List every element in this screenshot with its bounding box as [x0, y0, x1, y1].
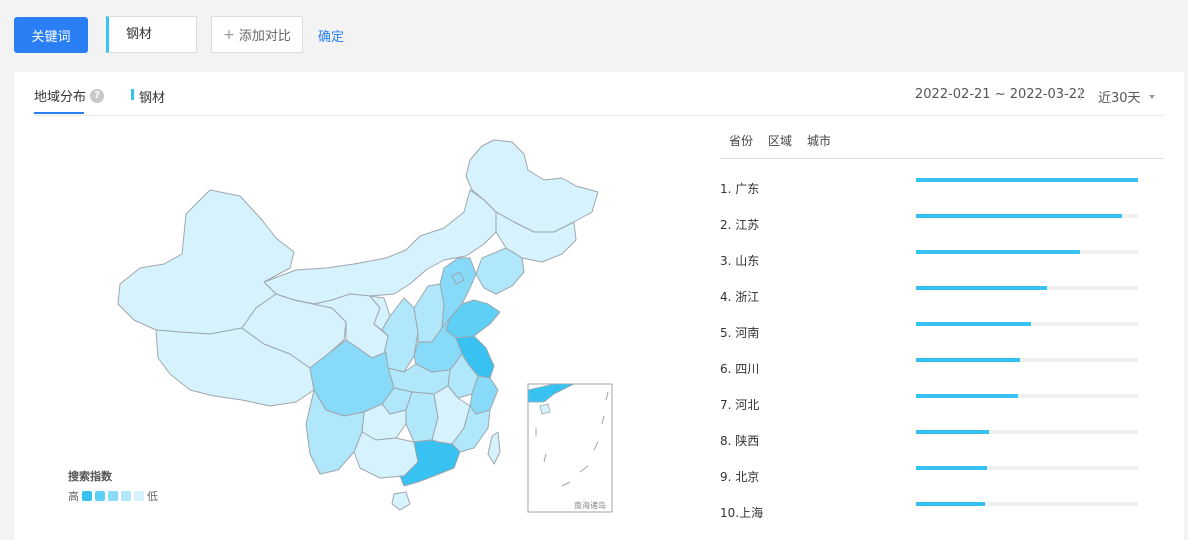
legend-swatch [95, 491, 105, 501]
rank-bar-fill [916, 214, 1123, 218]
caret-down-icon [1148, 94, 1155, 99]
rank-tabs: 省份 区域 城市 [729, 132, 831, 149]
legend-swatch [121, 491, 131, 501]
rank-label: 8. 陕西 [720, 433, 760, 448]
keyword-input[interactable]: 钢材 [106, 16, 197, 53]
rank-bar-track [916, 502, 1138, 506]
tab-region[interactable]: 区域 [768, 132, 792, 149]
rank-bar-fill [916, 322, 1032, 326]
rank-bar-track [916, 250, 1138, 254]
rank-label: 7. 河北 [720, 397, 760, 412]
rank-list: 1. 广东 2. 江苏 3. 山东 4. 浙江 5. 河南 6. 四川 7. 河北 8. 陕西… [720, 170, 1150, 530]
rank-bar-track [916, 430, 1138, 434]
rank-bar-track [916, 286, 1138, 290]
confirm-link[interactable]: 确定 [318, 26, 344, 45]
rank-divider [720, 158, 1164, 159]
period-label: 近30天 [1098, 91, 1141, 106]
rank-bar-track [916, 394, 1138, 398]
keyword-button[interactable]: 关键词 [14, 17, 88, 53]
rank-label: 4. 浙江 [720, 289, 760, 304]
legend-swatch [108, 491, 118, 501]
rank-label: 9. 北京 [720, 469, 760, 484]
rank-row: 3. 山东 [720, 242, 1150, 278]
rank-row: 1. 广东 [720, 170, 1150, 206]
rank-bar-fill [916, 250, 1081, 254]
region-panel: 地域分布 ? 钢材 2022-02-21 ~ 2022-03-22 近30天 南… [14, 72, 1184, 540]
rank-bar-track [916, 466, 1138, 470]
region-taiwan[interactable] [487, 431, 501, 465]
rank-bar-track [916, 214, 1138, 218]
rank-label: 10.上海 [720, 505, 764, 520]
rank-row: 10.上海 [720, 494, 1150, 530]
rank-row: 9. 北京 [720, 458, 1150, 494]
tab-city[interactable]: 城市 [807, 132, 831, 149]
date-range: 2022-02-21 ~ 2022-03-22 [915, 87, 1086, 102]
rank-label: 1. 广东 [720, 181, 760, 196]
rank-label: 6. 四川 [720, 361, 760, 376]
rank-row: 6. 四川 [720, 350, 1150, 386]
add-compare-button[interactable]: + 添加对比 [211, 16, 303, 53]
plus-icon: + [223, 26, 235, 43]
legend-high-label: 高 [68, 490, 79, 503]
rank-row: 7. 河北 [720, 386, 1150, 422]
rank-bar-fill [916, 286, 1047, 290]
map-legend: 搜索指数 高 低 [68, 468, 158, 504]
legend-title: 搜索指数 [68, 470, 112, 483]
region-liaoning[interactable] [475, 247, 525, 295]
rank-label: 2. 江苏 [720, 217, 760, 232]
south-china-sea-inset: 南海诸岛 [527, 383, 613, 513]
separator [1080, 88, 1081, 100]
tab-province[interactable]: 省份 [729, 132, 753, 149]
rank-label: 3. 山东 [720, 253, 760, 268]
rank-row: 8. 陕西 [720, 422, 1150, 458]
inset-label: 南海诸岛 [574, 500, 606, 510]
rank-row: 2. 江苏 [720, 206, 1150, 242]
rank-bar-track [916, 322, 1138, 326]
rank-bar-fill [916, 466, 988, 470]
region-hainan[interactable] [391, 491, 411, 511]
rank-label: 5. 河南 [720, 325, 760, 340]
legend-swatch [82, 491, 92, 501]
rank-bar-fill [916, 178, 1138, 182]
rank-row: 4. 浙江 [720, 278, 1150, 314]
add-compare-label: 添加对比 [238, 29, 291, 44]
rank-bar-fill [916, 394, 1019, 398]
rank-bar-fill [916, 430, 990, 434]
rank-bar-track [916, 178, 1138, 182]
rank-bar-fill [916, 358, 1021, 362]
legend-swatch [134, 491, 144, 501]
legend-low-label: 低 [147, 490, 158, 503]
rank-bar-fill [916, 502, 985, 506]
rank-row: 5. 河南 [720, 314, 1150, 350]
rank-bar-track [916, 358, 1138, 362]
period-dropdown[interactable]: 近30天 [1098, 87, 1155, 106]
